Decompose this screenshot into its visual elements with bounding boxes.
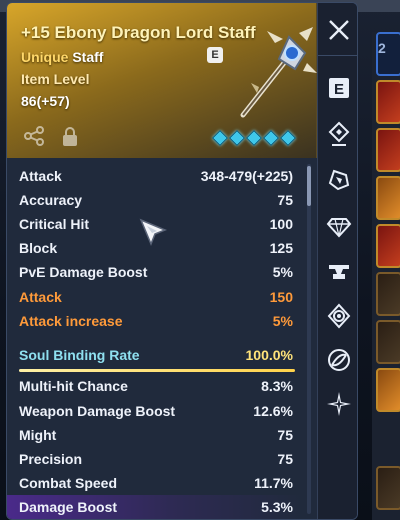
soul-stat-row: Might 75 bbox=[7, 423, 303, 447]
stat-value: 5% bbox=[272, 313, 293, 329]
stat-value: 100 bbox=[269, 216, 293, 232]
stat-label: Block bbox=[19, 240, 58, 256]
gem-icon bbox=[246, 130, 262, 146]
stat-label: Critical Hit bbox=[19, 216, 90, 232]
soul-binding-label: Soul Binding Rate bbox=[19, 347, 140, 363]
gem-icon bbox=[280, 130, 296, 146]
item-level-value: 86(+57) bbox=[21, 93, 70, 109]
enchant-icon[interactable] bbox=[325, 121, 353, 149]
stat-value: 5% bbox=[272, 264, 293, 280]
stat-label: Attack bbox=[19, 168, 62, 184]
stat-row: Accuracy 75 bbox=[7, 188, 303, 212]
svg-text:E: E bbox=[334, 81, 344, 98]
stat-row: Attack 348-479(+225) bbox=[7, 164, 303, 188]
mouse-cursor-icon bbox=[137, 216, 169, 248]
stat-label: Attack increase bbox=[19, 313, 123, 329]
stat-value: 348-479(+225) bbox=[200, 168, 293, 184]
stat-value: 150 bbox=[269, 289, 293, 305]
anvil-icon[interactable] bbox=[325, 259, 353, 287]
divider bbox=[318, 55, 357, 56]
soul-stat-row: Damage Boost 5.3% bbox=[7, 495, 303, 519]
lock-icon[interactable] bbox=[59, 125, 81, 147]
stat-value: 75 bbox=[277, 427, 293, 443]
stat-value: 5.3% bbox=[261, 499, 293, 515]
stat-label: Multi-hit Chance bbox=[19, 378, 128, 394]
soul-stat-row: Multi-hit Chance 8.3% bbox=[7, 374, 303, 398]
gem-slots bbox=[212, 130, 296, 146]
gem-icon bbox=[212, 130, 228, 146]
stat-label: Damage Boost bbox=[19, 499, 118, 515]
stat-row: PvE Damage Boost 5% bbox=[7, 260, 303, 284]
inventory-slot[interactable] bbox=[376, 466, 400, 510]
soul-stat-row: Weapon Damage Boost 12.6% bbox=[7, 399, 303, 423]
stat-label: Accuracy bbox=[19, 192, 83, 208]
inventory-slot[interactable] bbox=[376, 224, 400, 268]
scrollbar[interactable] bbox=[307, 164, 311, 514]
staff-icon bbox=[229, 23, 317, 123]
item-level-label: Item Level bbox=[21, 71, 90, 87]
stat-label: Combat Speed bbox=[19, 475, 118, 491]
inventory-slot[interactable] bbox=[376, 128, 400, 172]
bonus-stat-row: Attack 150 bbox=[7, 285, 303, 309]
stat-label: Might bbox=[19, 427, 57, 443]
inventory-slot[interactable]: 2 bbox=[376, 32, 400, 76]
stat-value: 8.3% bbox=[261, 378, 293, 394]
close-icon[interactable] bbox=[325, 17, 353, 45]
soul-icon[interactable] bbox=[325, 303, 353, 331]
soul-binding-bar bbox=[19, 369, 295, 372]
stat-value: 125 bbox=[269, 240, 293, 256]
item-name: +15 Ebony Dragon Lord Staff bbox=[21, 23, 256, 42]
stat-label: Precision bbox=[19, 451, 83, 467]
inventory-slot[interactable] bbox=[376, 320, 400, 364]
e-tab-icon[interactable]: E bbox=[325, 75, 353, 103]
gem-icon bbox=[229, 130, 245, 146]
soul-stat-row: Combat Speed 11.7% bbox=[7, 471, 303, 495]
share-icon[interactable] bbox=[23, 125, 45, 147]
gem-icon bbox=[263, 130, 279, 146]
item-header: +15 Ebony Dragon Lord Staff Unique Staff… bbox=[7, 3, 317, 158]
tooltip-side-column: E bbox=[317, 3, 357, 519]
inventory-slot[interactable] bbox=[376, 368, 400, 412]
link-icon[interactable] bbox=[325, 347, 353, 375]
item-rarity: Unique bbox=[21, 49, 69, 65]
stats-panel: Attack 348-479(+225) Accuracy 75 Critica… bbox=[7, 158, 317, 519]
inventory-slot[interactable] bbox=[376, 272, 400, 316]
stat-value: 75 bbox=[277, 192, 293, 208]
stat-value: 75 bbox=[277, 451, 293, 467]
inventory-strip: 2 bbox=[372, 32, 400, 520]
star-icon[interactable] bbox=[325, 391, 353, 419]
inventory-count: 2 bbox=[378, 40, 386, 56]
stat-value: 11.7% bbox=[254, 475, 293, 491]
item-type: Unique Staff bbox=[21, 49, 103, 65]
inventory-slot[interactable] bbox=[376, 80, 400, 124]
equipped-badge: E bbox=[207, 47, 223, 63]
item-tooltip: +15 Ebony Dragon Lord Staff Unique Staff… bbox=[6, 2, 358, 520]
stat-label: PvE Damage Boost bbox=[19, 264, 148, 280]
soul-binding-row: Soul Binding Rate 100.0% bbox=[7, 343, 303, 367]
scroll-thumb[interactable] bbox=[307, 166, 311, 206]
stat-label: Weapon Damage Boost bbox=[19, 403, 176, 419]
transform-icon[interactable] bbox=[325, 167, 353, 195]
inventory-slot[interactable] bbox=[376, 176, 400, 220]
bonus-stat-row: Attack increase 5% bbox=[7, 309, 303, 333]
stat-value: 12.6% bbox=[253, 403, 293, 419]
soul-stat-row: Precision 75 bbox=[7, 447, 303, 471]
stat-label: Attack bbox=[19, 289, 62, 305]
soul-binding-value: 100.0% bbox=[245, 347, 293, 363]
gem-icon[interactable] bbox=[325, 213, 353, 241]
item-category: Staff bbox=[72, 49, 104, 65]
